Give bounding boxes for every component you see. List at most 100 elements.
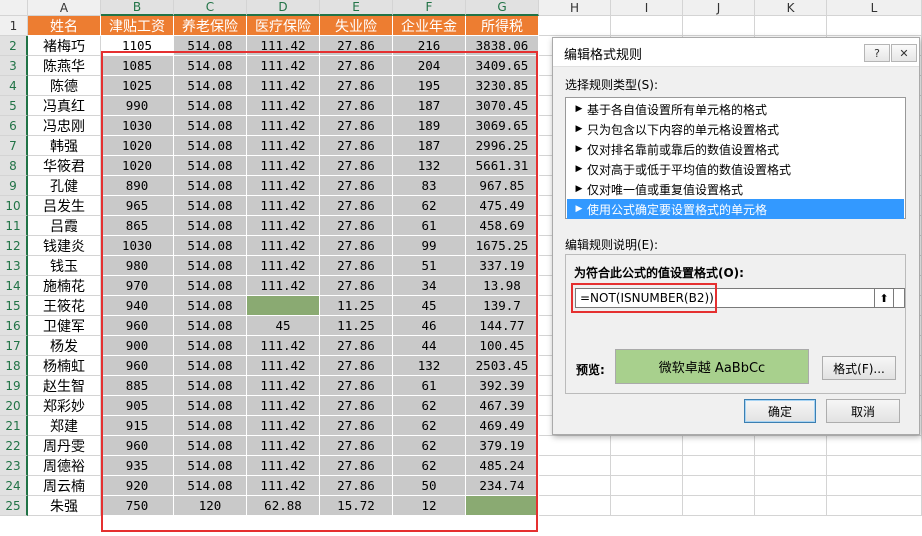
- column-header[interactable]: B: [101, 0, 174, 16]
- name-cell[interactable]: 朱强: [28, 496, 101, 516]
- data-cell[interactable]: 5661.31: [466, 156, 539, 176]
- header-cell[interactable]: 姓名: [28, 16, 101, 36]
- dialog-titlebar[interactable]: 编辑格式规则 ? ✕: [553, 38, 919, 67]
- data-cell[interactable]: 469.49: [466, 416, 539, 436]
- empty-cell[interactable]: [683, 456, 755, 476]
- header-cell[interactable]: 津贴工资: [101, 16, 174, 36]
- data-cell[interactable]: 935: [101, 456, 174, 476]
- row-header[interactable]: 20: [0, 396, 28, 416]
- data-cell[interactable]: 3070.45: [466, 96, 539, 116]
- data-cell[interactable]: 514.08: [174, 276, 247, 296]
- data-cell[interactable]: 111.42: [247, 116, 320, 136]
- data-cell[interactable]: 111.42: [247, 176, 320, 196]
- column-header[interactable]: I: [611, 0, 683, 16]
- empty-cell[interactable]: [611, 436, 683, 456]
- empty-cell[interactable]: [683, 496, 755, 516]
- data-cell[interactable]: 2996.25: [466, 136, 539, 156]
- header-cell[interactable]: 养老保险: [174, 16, 247, 36]
- data-cell[interactable]: 195: [393, 76, 466, 96]
- data-cell[interactable]: 27.86: [320, 196, 393, 216]
- name-cell[interactable]: 杨发: [28, 336, 101, 356]
- data-cell[interactable]: 61: [393, 216, 466, 236]
- data-cell[interactable]: 111.42: [247, 476, 320, 496]
- name-cell[interactable]: 郑建: [28, 416, 101, 436]
- data-cell[interactable]: 61: [393, 376, 466, 396]
- data-cell[interactable]: 885: [101, 376, 174, 396]
- name-cell[interactable]: 陈燕华: [28, 56, 101, 76]
- data-cell[interactable]: 960: [101, 316, 174, 336]
- data-cell[interactable]: 62: [393, 436, 466, 456]
- name-cell[interactable]: 孔健: [28, 176, 101, 196]
- data-cell[interactable]: 111.42: [247, 416, 320, 436]
- column-header[interactable]: J: [683, 0, 755, 16]
- data-cell[interactable]: 514.08: [174, 36, 247, 56]
- data-cell[interactable]: 111.42: [247, 456, 320, 476]
- data-cell[interactable]: 27.86: [320, 396, 393, 416]
- empty-cell[interactable]: [539, 476, 611, 496]
- data-cell[interactable]: 514.08: [174, 316, 247, 336]
- data-cell[interactable]: 111.42: [247, 356, 320, 376]
- name-cell[interactable]: 韩强: [28, 136, 101, 156]
- empty-cell[interactable]: [683, 476, 755, 496]
- column-header[interactable]: A: [28, 0, 101, 16]
- data-cell[interactable]: 83: [393, 176, 466, 196]
- data-cell[interactable]: 27.86: [320, 256, 393, 276]
- data-cell[interactable]: 27.86: [320, 176, 393, 196]
- data-cell[interactable]: 3838.06: [466, 36, 539, 56]
- row-header[interactable]: 15: [0, 296, 28, 316]
- rule-type-item[interactable]: ▶ 基于各自值设置所有单元格的格式: [567, 99, 904, 119]
- data-cell[interactable]: 111.42: [247, 196, 320, 216]
- data-cell[interactable]: 13.98: [466, 276, 539, 296]
- data-cell[interactable]: 46: [393, 316, 466, 336]
- name-cell[interactable]: 王筱花: [28, 296, 101, 316]
- data-cell[interactable]: 514.08: [174, 356, 247, 376]
- header-cell[interactable]: 所得税: [466, 16, 539, 36]
- empty-cell[interactable]: [827, 496, 922, 516]
- data-cell[interactable]: 2503.45: [466, 356, 539, 376]
- row-header[interactable]: 10: [0, 196, 28, 216]
- empty-cell[interactable]: [827, 436, 922, 456]
- data-cell[interactable]: 514.08: [174, 196, 247, 216]
- rule-type-item[interactable]: ▶ 仅对高于或低于平均值的数值设置格式: [567, 159, 904, 179]
- data-cell[interactable]: 1025: [101, 76, 174, 96]
- empty-cell[interactable]: [611, 16, 683, 36]
- data-cell[interactable]: 111.42: [247, 36, 320, 56]
- name-cell[interactable]: 郑彩妙: [28, 396, 101, 416]
- data-cell[interactable]: 27.86: [320, 136, 393, 156]
- close-button[interactable]: ✕: [891, 44, 917, 62]
- header-cell[interactable]: 医疗保险: [247, 16, 320, 36]
- row-header[interactable]: 23: [0, 456, 28, 476]
- header-cell[interactable]: 失业险: [320, 16, 393, 36]
- data-cell[interactable]: 100.45: [466, 336, 539, 356]
- data-cell[interactable]: 1085: [101, 56, 174, 76]
- data-cell[interactable]: 62: [393, 416, 466, 436]
- data-cell[interactable]: 45: [247, 316, 320, 336]
- data-cell[interactable]: 111.42: [247, 436, 320, 456]
- help-button[interactable]: ?: [864, 44, 890, 62]
- data-cell[interactable]: 62: [393, 456, 466, 476]
- data-cell[interactable]: 34: [393, 276, 466, 296]
- row-header[interactable]: 5: [0, 96, 28, 116]
- data-cell[interactable]: 45: [393, 296, 466, 316]
- data-cell[interactable]: 120: [174, 496, 247, 516]
- name-cell[interactable]: 钱建炎: [28, 236, 101, 256]
- data-cell[interactable]: 111.42: [247, 96, 320, 116]
- header-cell[interactable]: 企业年金: [393, 16, 466, 36]
- data-cell[interactable]: 111.42: [247, 336, 320, 356]
- data-cell[interactable]: 392.39: [466, 376, 539, 396]
- data-cell[interactable]: 458.69: [466, 216, 539, 236]
- empty-cell[interactable]: [755, 16, 827, 36]
- data-cell[interactable]: 111.42: [247, 276, 320, 296]
- row-header[interactable]: 16: [0, 316, 28, 336]
- data-cell[interactable]: 15.72: [320, 496, 393, 516]
- column-header[interactable]: F: [393, 0, 466, 16]
- data-cell[interactable]: 62: [393, 196, 466, 216]
- data-cell[interactable]: 485.24: [466, 456, 539, 476]
- name-cell[interactable]: 褚梅巧: [28, 36, 101, 56]
- data-cell[interactable]: 940: [101, 296, 174, 316]
- data-cell[interactable]: 467.39: [466, 396, 539, 416]
- data-cell[interactable]: 514.08: [174, 116, 247, 136]
- data-cell[interactable]: 27.86: [320, 216, 393, 236]
- rule-type-item[interactable]: ▶ 仅对唯一值或重复值设置格式: [567, 179, 904, 199]
- data-cell[interactable]: 980: [101, 256, 174, 276]
